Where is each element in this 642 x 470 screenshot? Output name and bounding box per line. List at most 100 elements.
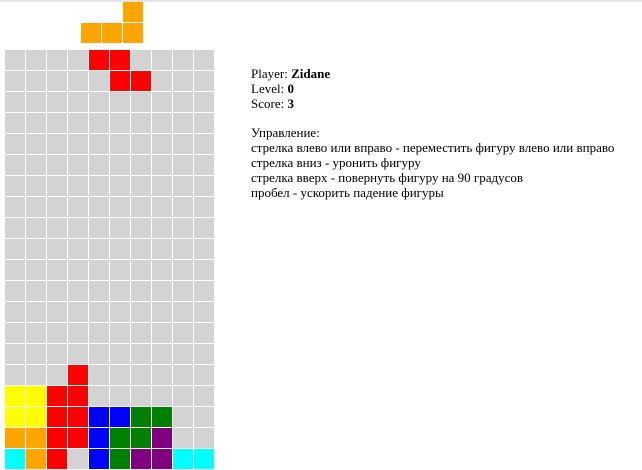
board-cell-empty [173,134,193,154]
board-cell-red [47,386,67,406]
board-cell-empty [68,239,88,259]
board-cell-red [110,71,130,91]
board-cell-empty [194,386,214,406]
board-cell-empty [68,176,88,196]
board-cell-green [110,428,130,448]
board-cell-orange [26,449,46,469]
board-cell-blue [110,407,130,427]
board-cell-empty [89,281,109,301]
board-cell-empty [110,260,130,280]
board-cell-empty [131,302,151,322]
board-cell-empty [194,113,214,133]
board-cell-empty [131,197,151,217]
board-cell-empty [152,50,172,70]
board-cell-empty [26,113,46,133]
board-cell-empty [131,260,151,280]
board-cell-empty [194,239,214,259]
board-cell-empty [89,239,109,259]
board-cell-empty [110,386,130,406]
board-cell-empty [5,323,25,343]
board-cell-empty [68,344,88,364]
board-cell-cyan [5,449,25,469]
board-cell-empty [194,176,214,196]
board-cell-red [47,449,67,469]
board-cell-empty [152,302,172,322]
board-cell-empty [47,365,67,385]
board-cell-green [131,428,151,448]
board-cell-empty [131,134,151,154]
board-cell-empty [89,134,109,154]
board-cell-empty [152,71,172,91]
board-cell-empty [89,365,109,385]
board-cell-empty [68,281,88,301]
board-cell-empty [5,134,25,154]
board-cell-empty [152,344,172,364]
board-cell-empty [68,134,88,154]
board-cell-empty [152,365,172,385]
board-cell-empty [110,365,130,385]
board-cell-empty [47,134,67,154]
controls-line-space: пробел - ускорить падение фигуры [251,185,444,200]
board-cell-empty [5,176,25,196]
board-cell-blue [89,449,109,469]
board-cell-red [47,407,67,427]
level-value: 0 [287,81,294,96]
board-cell-empty [194,344,214,364]
board-cell-empty [131,218,151,238]
board-cell-empty [110,134,130,154]
board-cell-empty [5,218,25,238]
board-cell-empty [194,134,214,154]
board-cell-empty [68,50,88,70]
board-cell-purple [152,428,172,448]
board-cell-empty [47,71,67,91]
board-cell-empty [110,155,130,175]
board-cell-empty [89,386,109,406]
level-line: Level: 0 [251,81,614,96]
board-cell-empty [68,155,88,175]
board-cell-empty [68,323,88,343]
board-cell-empty [152,176,172,196]
player-name: Zidane [291,66,331,81]
board-cell-empty [5,365,25,385]
board-cell-empty [194,218,214,238]
board-cell-empty [5,239,25,259]
board-cell-empty [194,281,214,301]
board-cell-empty [194,197,214,217]
board-cell-empty [194,302,214,322]
board-cell-empty [5,344,25,364]
next-piece-preview [81,2,143,43]
game-board[interactable] [5,50,214,469]
board-cell-empty [68,92,88,112]
board-cell-red [47,428,67,448]
board-cell-empty [131,239,151,259]
board-cell-empty [173,239,193,259]
board-cell-empty [131,50,151,70]
board-cell-empty [89,302,109,322]
board-cell-empty [152,155,172,175]
board-cell-empty [68,260,88,280]
player-label: Player: [251,66,292,81]
board-cell-empty [110,197,130,217]
board-cell-empty [173,260,193,280]
board-cell-empty [26,50,46,70]
board-cell-purple [152,449,172,469]
board-cell-empty [89,176,109,196]
board-cell-empty [5,50,25,70]
board-cell-empty [47,197,67,217]
board-cell-empty [194,71,214,91]
board-cell-empty [152,218,172,238]
board-cell-empty [26,281,46,301]
board-cell-empty [5,302,25,322]
board-cell-empty [5,71,25,91]
board-cell-empty [5,260,25,280]
board-cell-empty [152,386,172,406]
controls-help: Управление: стрелка влево или вправо - п… [251,125,614,200]
board-cell-green [110,449,130,469]
next-piece-cell-empty [81,2,101,22]
board-cell-empty [89,113,109,133]
board-cell-empty [110,323,130,343]
board-cell-yellow [5,407,25,427]
board-cell-empty [26,134,46,154]
board-cell-empty [110,218,130,238]
level-label: Level: [251,81,288,96]
